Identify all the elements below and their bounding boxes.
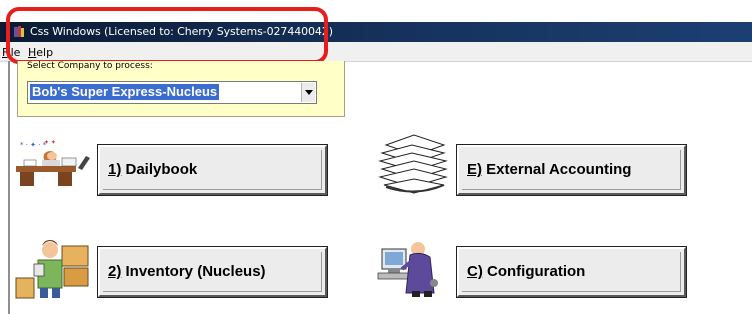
svg-text:✦ ✦: ✦ ✦ [44, 139, 56, 146]
svg-text:* · ✦ · *: * · ✦ · * [20, 141, 47, 149]
inventory-button[interactable]: 2) Inventory (Nucleus) [97, 246, 328, 298]
dailybook-button[interactable]: 1) Dailybook [97, 144, 328, 196]
paper-stack-icon [378, 134, 448, 194]
window-title: Css Windows (Licensed to: Cherry Systems… [30, 25, 333, 38]
company-selected-value: Bob's Super Express-Nucleus [30, 84, 220, 100]
company-dropdown[interactable]: Bob's Super Express-Nucleus [27, 81, 317, 104]
person-at-desk-icon: * · ✦ · * ✦ ✦ [16, 139, 90, 186]
menu-file[interactable]: File [2, 46, 20, 59]
title-bar: Css Windows (Licensed to: Cherry Systems… [0, 22, 752, 42]
inventory-button-label: 2) Inventory (Nucleus) [108, 263, 266, 280]
company-select-label: Select Company to process: [27, 61, 153, 71]
window-left-border [8, 61, 10, 314]
external-accounting-button-label: E) External Accounting [467, 161, 632, 178]
technician-at-computer-icon [377, 242, 438, 297]
configuration-button[interactable]: C) Configuration [456, 246, 687, 298]
dailybook-button-label: 1) Dailybook [108, 161, 198, 178]
menu-bar: File Help [0, 42, 752, 62]
chevron-down-icon[interactable] [301, 83, 315, 102]
app-books-icon [14, 26, 24, 37]
external-accounting-button[interactable]: E) External Accounting [456, 144, 687, 196]
configuration-button-label: C) Configuration [467, 263, 586, 280]
menu-help[interactable]: Help [28, 46, 53, 59]
person-with-boxes-icon [15, 240, 89, 299]
